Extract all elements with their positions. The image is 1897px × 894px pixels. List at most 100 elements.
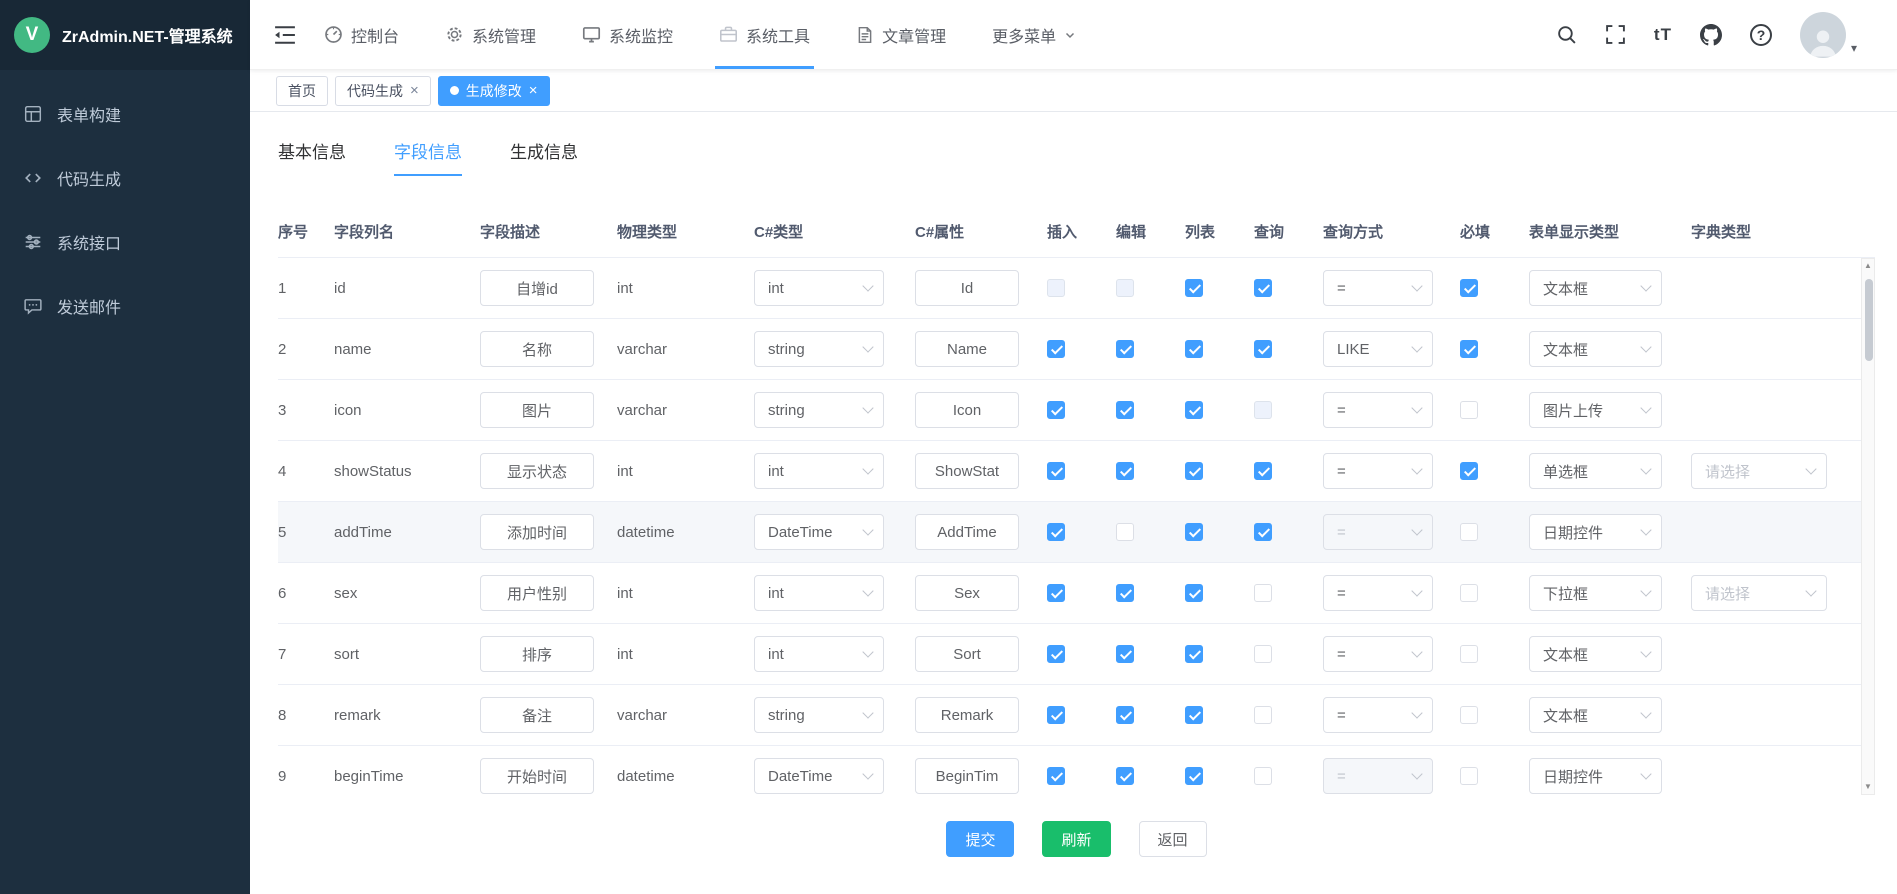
edit-checkbox[interactable] [1116,523,1134,541]
search-icon[interactable] [1556,24,1577,45]
display-type-select[interactable]: 下拉框 [1529,575,1662,611]
refresh-button[interactable]: 刷新 [1042,821,1110,857]
dict-type-select[interactable]: 请选择 [1691,453,1827,489]
list-checkbox[interactable] [1185,645,1203,663]
list-checkbox[interactable] [1185,767,1203,785]
required-checkbox[interactable] [1460,706,1478,724]
list-checkbox[interactable] [1185,401,1203,419]
query-checkbox[interactable] [1254,340,1272,358]
list-checkbox[interactable] [1185,523,1203,541]
display-type-select[interactable]: 图片上传 [1529,392,1662,428]
cs-property-input[interactable] [915,453,1019,489]
required-checkbox[interactable] [1460,340,1478,358]
cs-property-input[interactable] [915,575,1019,611]
field-desc-input[interactable] [480,392,594,428]
insert-checkbox[interactable] [1047,462,1065,480]
edit-checkbox[interactable] [1116,584,1134,602]
cs-property-input[interactable] [915,392,1019,428]
sidebar-item-system-api[interactable]: 系统接口 [0,210,250,274]
query-checkbox[interactable] [1254,645,1272,663]
insert-checkbox[interactable] [1047,401,1065,419]
dict-type-select[interactable]: 请选择 [1691,575,1827,611]
menu-fold-icon[interactable] [274,25,296,45]
sidebar-item-code-gen[interactable]: 代码生成 [0,146,250,210]
query-method-select[interactable]: = [1323,392,1433,428]
list-checkbox[interactable] [1185,584,1203,602]
edit-checkbox[interactable] [1116,706,1134,724]
close-icon[interactable]: × [529,83,538,98]
field-desc-input[interactable] [480,514,594,550]
tab-basic-info[interactable]: 基本信息 [278,138,346,176]
field-desc-input[interactable] [480,575,594,611]
insert-checkbox[interactable] [1047,767,1065,785]
insert-checkbox[interactable] [1047,584,1065,602]
cs-type-select[interactable]: int [754,270,884,306]
display-type-select[interactable]: 日期控件 [1529,758,1662,794]
required-checkbox[interactable] [1460,462,1478,480]
nav-item-system-monitor[interactable]: 系统监控 [582,0,673,69]
cs-type-select[interactable]: int [754,636,884,672]
nav-item-console[interactable]: 控制台 [324,0,399,69]
tag-code-gen[interactable]: 代码生成 × [335,76,431,106]
cs-property-input[interactable] [915,514,1019,550]
tab-gen-info[interactable]: 生成信息 [510,138,578,176]
fullscreen-icon[interactable] [1605,24,1626,45]
font-size-icon[interactable]: tT [1654,25,1672,45]
field-desc-input[interactable] [480,453,594,489]
back-button[interactable]: 返回 [1139,821,1207,857]
cs-property-input[interactable] [915,758,1019,794]
list-checkbox[interactable] [1185,340,1203,358]
cs-property-input[interactable] [915,270,1019,306]
display-type-select[interactable]: 单选框 [1529,453,1662,489]
cs-type-select[interactable]: int [754,575,884,611]
cs-type-select[interactable]: DateTime [754,758,884,794]
query-method-select[interactable]: = [1323,697,1433,733]
submit-button[interactable]: 提交 [946,821,1014,857]
edit-checkbox[interactable] [1116,401,1134,419]
tag-gen-edit[interactable]: 生成修改 × [438,76,550,106]
scrollbar-thumb[interactable] [1865,279,1873,361]
nav-item-system-mgmt[interactable]: 系统管理 [445,0,536,69]
list-checkbox[interactable] [1185,462,1203,480]
close-icon[interactable]: × [410,83,419,98]
display-type-select[interactable]: 日期控件 [1529,514,1662,550]
cs-property-input[interactable] [915,697,1019,733]
scroll-down-icon[interactable]: ▼ [1864,783,1872,791]
logo-area[interactable]: V ZrAdmin.NET-管理系统 [0,0,250,70]
user-menu[interactable]: ▾ [1800,12,1857,58]
query-checkbox[interactable] [1254,279,1272,297]
query-method-select[interactable]: = [1323,270,1433,306]
query-method-select[interactable]: = [1323,453,1433,489]
nav-item-system-tools[interactable]: 系统工具 [719,0,810,69]
cs-type-select[interactable]: string [754,392,884,428]
cs-property-input[interactable] [915,636,1019,672]
sidebar-item-send-mail[interactable]: 发送邮件 [0,274,250,338]
display-type-select[interactable]: 文本框 [1529,697,1662,733]
cs-type-select[interactable]: string [754,697,884,733]
field-desc-input[interactable] [480,758,594,794]
field-desc-input[interactable] [480,270,594,306]
insert-checkbox[interactable] [1047,523,1065,541]
query-checkbox[interactable] [1254,523,1272,541]
cs-type-select[interactable]: string [754,331,884,367]
list-checkbox[interactable] [1185,706,1203,724]
required-checkbox[interactable] [1460,584,1478,602]
cs-property-input[interactable] [915,331,1019,367]
query-method-select[interactable]: = [1323,636,1433,672]
field-desc-input[interactable] [480,697,594,733]
edit-checkbox[interactable] [1116,462,1134,480]
required-checkbox[interactable] [1460,401,1478,419]
vertical-scrollbar[interactable]: ▲ ▼ [1861,258,1875,795]
display-type-select[interactable]: 文本框 [1529,636,1662,672]
query-checkbox[interactable] [1254,706,1272,724]
display-type-select[interactable]: 文本框 [1529,331,1662,367]
help-icon[interactable]: ? [1750,24,1772,46]
insert-checkbox[interactable] [1047,645,1065,663]
insert-checkbox[interactable] [1047,706,1065,724]
cs-type-select[interactable]: int [754,453,884,489]
edit-checkbox[interactable] [1116,767,1134,785]
edit-checkbox[interactable] [1116,340,1134,358]
query-checkbox[interactable] [1254,462,1272,480]
sidebar-item-form-builder[interactable]: 表单构建 [0,82,250,146]
query-checkbox[interactable] [1254,767,1272,785]
